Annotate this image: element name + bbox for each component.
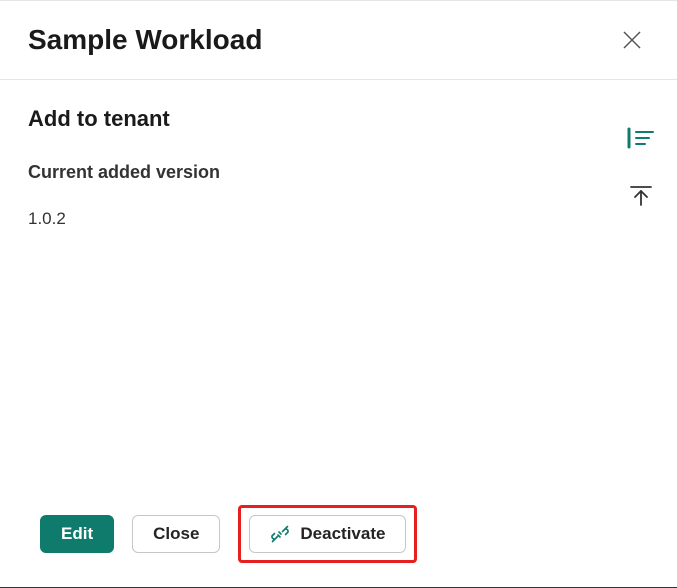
deactivate-button[interactable]: Deactivate [249, 515, 406, 553]
side-toolbar [625, 125, 657, 209]
deactivate-label: Deactivate [300, 524, 385, 544]
panel-footer: Edit Close Deactivate [0, 489, 677, 587]
deactivate-highlight: Deactivate [238, 505, 417, 563]
scroll-top-button[interactable] [627, 183, 655, 209]
close-button[interactable]: Close [132, 515, 220, 553]
panel-header: Sample Workload [0, 1, 677, 80]
version-label: Current added version [28, 162, 649, 183]
panel-title: Sample Workload [28, 24, 262, 56]
arrow-top-icon [629, 185, 653, 207]
section-title: Add to tenant [28, 106, 649, 132]
workload-panel: Sample Workload Add to tenant Current ad… [0, 0, 677, 588]
version-value: 1.0.2 [28, 209, 649, 229]
list-icon [627, 127, 655, 149]
edit-button[interactable]: Edit [40, 515, 114, 553]
close-icon [621, 29, 643, 51]
plug-disconnected-icon [270, 524, 290, 544]
list-tool-button[interactable] [625, 125, 657, 151]
panel-body: Add to tenant Current added version 1.0.… [0, 80, 677, 489]
close-icon-button[interactable] [615, 23, 649, 57]
